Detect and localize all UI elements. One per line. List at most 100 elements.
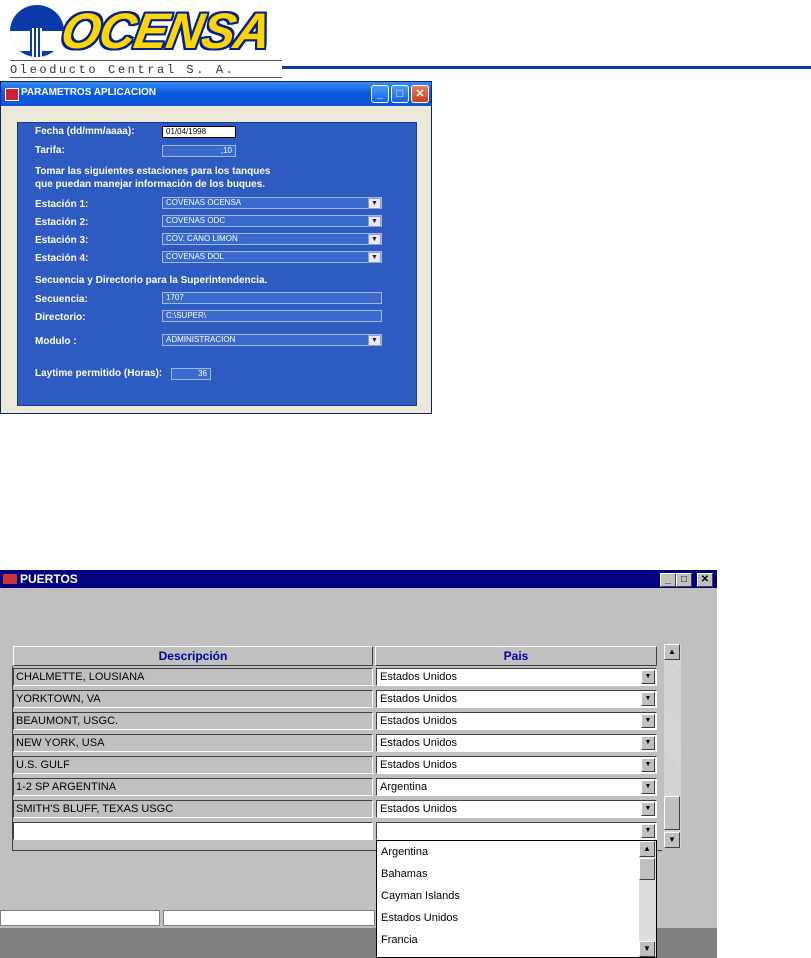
dropdown-option[interactable]: Bahamas xyxy=(381,863,427,885)
vertical-scrollbar[interactable]: ▲ ▼ xyxy=(664,644,681,848)
minimize-icon[interactable]: _ xyxy=(660,573,676,587)
chevron-down-icon[interactable]: ▼ xyxy=(641,670,655,684)
directorio-label: Directorio: xyxy=(35,312,86,323)
table-row-pais[interactable]: Argentina ▼ xyxy=(376,778,657,796)
close-icon[interactable]: ✕ xyxy=(411,85,429,103)
section-label: Secuencia y Directorio para la Superinte… xyxy=(35,275,268,286)
app-icon xyxy=(3,574,17,584)
maximize-icon[interactable]: □ xyxy=(676,573,692,587)
chevron-down-icon[interactable]: ▼ xyxy=(641,758,655,772)
estacion1-value: COVENAS OCENSA xyxy=(166,198,242,207)
new-row-descripcion-input[interactable] xyxy=(13,822,373,840)
chevron-down-icon[interactable]: ▼ xyxy=(368,198,381,209)
close-icon[interactable]: ✕ xyxy=(697,573,713,587)
estacion2-label: Estación 2: xyxy=(35,217,89,228)
laytime-field[interactable]: 36 xyxy=(171,368,211,380)
pais-value: Estados Unidos xyxy=(380,803,458,815)
scroll-up-icon[interactable]: ▲ xyxy=(664,644,680,660)
dropdown-option[interactable]: Argentina xyxy=(381,841,428,863)
pais-value: Estados Unidos xyxy=(380,759,458,771)
logo-divider xyxy=(10,77,282,78)
window-title: PARAMETROS APLICACION xyxy=(21,87,156,98)
laytime-label: Laytime permitido (Horas): xyxy=(35,368,163,379)
tarifa-field[interactable]: ,10 xyxy=(162,145,236,157)
logo-globe xyxy=(10,5,64,57)
scroll-down-icon[interactable]: ▼ xyxy=(664,832,680,848)
maximize-icon[interactable]: □ xyxy=(391,85,409,103)
logo-wordmark: OCENSA xyxy=(57,3,275,59)
table-row-pais[interactable]: Estados Unidos ▼ xyxy=(376,690,657,708)
table-row-descripcion[interactable]: NEW YORK, USA xyxy=(13,734,373,752)
column-header-descripcion[interactable]: Descripción xyxy=(13,646,373,666)
new-row-pais-select[interactable]: ▼ xyxy=(376,822,657,840)
instruction-line1: Tomar las siguientes estaciones para los… xyxy=(35,166,271,177)
minimize-icon[interactable]: _ xyxy=(371,85,389,103)
estacion3-value: COV. CANO LIMON xyxy=(166,234,238,243)
scroll-down-icon[interactable]: ▼ xyxy=(639,941,655,957)
ports-titlebar[interactable]: PUERTOS _ □ ✕ xyxy=(0,570,717,588)
pais-dropdown-list[interactable]: Argentina Bahamas Cayman Islands Estados… xyxy=(376,840,657,958)
chevron-down-icon[interactable]: ▼ xyxy=(368,216,381,227)
pais-value: Estados Unidos xyxy=(380,715,458,727)
chevron-down-icon[interactable]: ▼ xyxy=(641,736,655,750)
pais-value: Argentina xyxy=(380,781,428,793)
scrollbar-thumb[interactable] xyxy=(639,858,655,880)
dropdown-option[interactable]: Francia xyxy=(381,929,418,951)
secuencia-label: Secuencia: xyxy=(35,294,88,305)
chevron-down-icon[interactable]: ▼ xyxy=(641,802,655,816)
column-header-pais[interactable]: Pais xyxy=(375,646,657,666)
table-row-pais[interactable]: Estados Unidos ▼ xyxy=(376,668,657,686)
pais-value: Estados Unidos xyxy=(380,737,458,749)
estacion2-value: COVENAS ODC xyxy=(166,216,226,225)
chevron-down-icon[interactable]: ▼ xyxy=(368,335,381,346)
estacion3-select[interactable]: COV. CANO LIMON ▼ xyxy=(162,233,382,245)
table-row-pais[interactable]: Estados Unidos ▼ xyxy=(376,800,657,818)
header-rule xyxy=(282,66,811,69)
status-field xyxy=(163,910,375,926)
table-row-descripcion[interactable]: 1-2 SP ARGENTINA xyxy=(13,778,373,796)
chevron-down-icon[interactable]: ▼ xyxy=(641,824,655,838)
estacion1-select[interactable]: COVENAS OCENSA ▼ xyxy=(162,197,382,209)
chevron-down-icon[interactable]: ▼ xyxy=(641,692,655,706)
table-row-pais[interactable]: Estados Unidos ▼ xyxy=(376,756,657,774)
pais-value: Estados Unidos xyxy=(380,693,458,705)
dropdown-scrollbar[interactable]: ▲ ▼ xyxy=(639,841,656,957)
table-row-descripcion[interactable]: YORKTOWN, VA xyxy=(13,690,373,708)
window-title: PUERTOS xyxy=(20,572,78,586)
param-window: PARAMETROS APLICACION _ □ ✕ Fecha (dd/mm… xyxy=(0,81,432,414)
app-icon xyxy=(5,88,19,101)
table-row-descripcion[interactable]: SMITH'S BLUFF, TEXAS USGC xyxy=(13,800,373,818)
modulo-value: ADMINISTRACION xyxy=(166,335,236,344)
chevron-down-icon[interactable]: ▼ xyxy=(641,714,655,728)
scrollbar-thumb[interactable] xyxy=(664,796,680,830)
estacion2-select[interactable]: COVENAS ODC ▼ xyxy=(162,215,382,227)
dropdown-option[interactable]: Estados Unidos xyxy=(381,907,458,929)
dropdown-option[interactable]: Cayman Islands xyxy=(381,885,460,907)
estacion4-select[interactable]: COVENAS DOL ▼ xyxy=(162,251,382,263)
table-row-descripcion[interactable]: CHALMETTE, LOUSIANA xyxy=(13,668,373,686)
estacion4-value: COVENAS DOL xyxy=(166,252,224,261)
secuencia-field[interactable]: 1707 xyxy=(162,292,382,304)
table-row-pais[interactable]: Estados Unidos ▼ xyxy=(376,734,657,752)
fecha-field[interactable]: 01/04/1998 xyxy=(162,126,236,138)
estacion3-label: Estación 3: xyxy=(35,235,89,246)
instruction-line2: que puedan manejar información de los bu… xyxy=(35,179,266,190)
tarifa-label: Tarifa: xyxy=(35,145,65,156)
chevron-down-icon[interactable]: ▼ xyxy=(641,780,655,794)
modulo-label: Modulo : xyxy=(35,336,77,347)
table-row-pais[interactable]: Estados Unidos ▼ xyxy=(376,712,657,730)
chevron-down-icon[interactable]: ▼ xyxy=(368,252,381,263)
table-row-descripcion[interactable]: U.S. GULF xyxy=(13,756,373,774)
fecha-label: Fecha (dd/mm/aaaa): xyxy=(35,126,135,137)
param-panel: Fecha (dd/mm/aaaa): 01/04/1998 Tarifa: ,… xyxy=(17,122,417,406)
logo-divider xyxy=(10,60,282,61)
table-row-descripcion[interactable]: BEAUMONT, USGC. xyxy=(13,712,373,730)
scroll-up-icon[interactable]: ▲ xyxy=(639,841,655,857)
pais-value: Estados Unidos xyxy=(380,671,458,683)
status-field xyxy=(0,910,160,926)
directorio-field[interactable]: C:\SUPER\ xyxy=(162,310,382,322)
estacion1-label: Estación 1: xyxy=(35,199,89,210)
modulo-select[interactable]: ADMINISTRACION ▼ xyxy=(162,334,382,346)
param-titlebar[interactable]: PARAMETROS APLICACION _ □ ✕ xyxy=(1,82,431,106)
chevron-down-icon[interactable]: ▼ xyxy=(368,234,381,245)
